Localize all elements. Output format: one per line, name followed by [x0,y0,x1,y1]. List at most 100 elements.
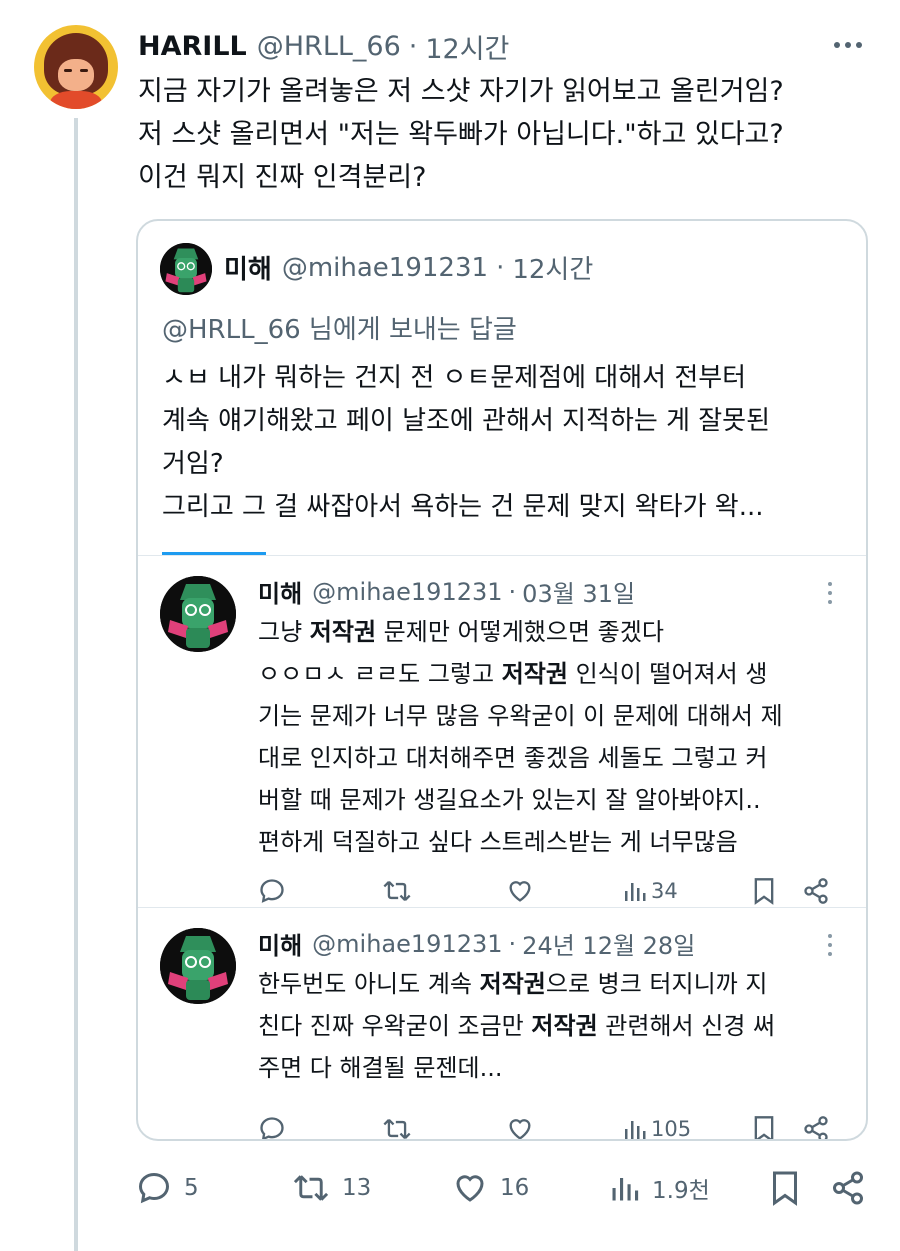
result-author-avatar[interactable] [160,928,236,1004]
share-button[interactable] [802,874,830,908]
quote-text: ㅅㅂ 내가 뭐하는 건지 전 ㅇㅌ문제점에 대해서 전부터 계속 얘기해왔고 페… [162,357,852,529]
more-horizontal-icon [834,42,862,48]
bookmark-icon [754,1116,774,1139]
thread-connector-line [74,118,78,1251]
views-button[interactable]: 1.9천 [610,1168,710,1208]
result-header: 미해 @mihae191231 · 24년 12월 28일 [258,926,695,961]
retweet-count: 13 [342,1175,372,1201]
result-author-name[interactable]: 미해 [258,574,302,609]
result-date[interactable]: 24년 12월 28일 [522,926,695,961]
retweet-icon [383,880,411,902]
share-button[interactable] [830,1168,866,1208]
result-line: 친다 진짜 우왁굳이 조금만 저작권 관련해서 신경 써 [258,1012,776,1040]
bookmark-icon [773,1171,797,1206]
share-icon [804,1116,828,1139]
separator-dot: · [496,252,505,283]
views-button[interactable]: 105 [623,1112,692,1141]
author-avatar[interactable] [34,25,118,109]
share-button[interactable] [802,1112,830,1139]
views-button[interactable]: 34 [623,874,678,908]
more-options-button[interactable] [818,930,842,960]
result-line: 한두번도 아니도 계속 저작권으로 병크 터지니까 지 [258,970,768,998]
like-count: 16 [500,1175,530,1201]
like-button[interactable] [506,874,534,908]
share-icon [833,1171,863,1205]
heart-icon [456,1175,484,1202]
keyword-highlight: 저작권 [531,1012,598,1040]
result-text: 그냥 저작권 문제만 어떻게했으면 좋겠다 ㅇㅇㅁㅅ ㄹㄹ도 그렇고 저작권 인… [258,611,848,863]
result-author-name[interactable]: 미해 [258,926,302,961]
reply-to-label[interactable]: @HRLL_66 님에게 보내는 답글 [162,309,517,346]
reply-icon [260,879,284,903]
bookmark-button[interactable] [752,874,776,908]
quoted-tweet-card[interactable]: 미해 @mihae191231 · 12시간 @HRLL_66 님에게 보내는 … [136,219,868,1141]
more-options-button[interactable] [818,578,842,608]
bookmark-icon [754,878,774,905]
result-line: 대로 인지하고 대처해주면 좋겠음 세돌도 그렇고 커 [258,744,768,772]
quote-author-name[interactable]: 미해 [224,249,272,286]
quote-line: ㅅㅂ 내가 뭐하는 건지 전 ㅇㅌ문제점에 대해서 전부터 [162,363,747,393]
result-header: 미해 @mihae191231 · 03월 31일 [258,574,635,609]
quote-time[interactable]: 12시간 [512,249,593,286]
tweet-header: HARILL @HRLL_66 · 12시간 [138,26,509,66]
reply-button[interactable]: 5 [136,1168,199,1208]
reply-icon [260,1117,284,1139]
separator-dot: · [508,929,517,958]
separator-dot: · [508,577,517,606]
result-text: 한두번도 아니도 계속 저작권으로 병크 터지니까 지 친다 진짜 우왁굳이 조… [258,963,848,1089]
result-line: 편하게 덕질하고 싶다 스트레스받는 게 너무많음 [258,828,738,856]
quote-author-handle[interactable]: @mihae191231 [282,253,488,283]
result-action-bar: 34 [258,874,838,908]
views-count: 105 [651,1117,692,1141]
reply-icon [138,1172,170,1204]
retweet-button[interactable] [382,874,412,908]
separator-dot: · [408,30,418,62]
search-result-tweet[interactable]: 미해 @mihae191231 · 03월 31일 그냥 저작권 문제만 어떻게… [138,556,866,908]
views-chart-icon [625,883,646,901]
author-handle[interactable]: @HRLL_66 [257,31,401,62]
result-line: ㅇㅇㅁㅅ ㄹㄹ도 그렇고 저작권 인식이 떨어져서 생 [258,660,768,688]
result-line: 기는 문제가 너무 많음 우왁굳이 이 문제에 대해서 제 [258,702,783,730]
result-author-avatar[interactable] [160,576,236,652]
share-icon [804,878,828,904]
views-count: 1.9천 [652,1178,710,1204]
keyword-highlight: 저작권 [309,618,377,646]
more-options-button[interactable] [830,30,866,60]
views-count: 34 [651,879,678,903]
bookmark-button[interactable] [770,1168,800,1208]
quote-author-avatar[interactable] [160,243,212,295]
heart-icon [509,881,531,902]
reply-count: 5 [184,1175,199,1201]
quote-header: 미해 @mihae191231 · 12시간 [224,249,593,286]
result-line: 주면 다 해결될 문젠데... [258,1054,503,1082]
result-author-handle[interactable]: @mihae191231 [312,578,502,606]
tweet-line: 이건 뭐지 진짜 인격분리? [138,162,427,193]
retweet-button[interactable]: 13 [292,1168,371,1208]
quote-line: 거임? [162,449,224,479]
tweet-time[interactable]: 12시간 [425,27,509,66]
keyword-highlight: 저작권 [501,660,568,688]
result-line: 그냥 저작권 문제만 어떻게했으면 좋겠다 [258,618,664,646]
result-line: 버할 때 문제가 생길요소가 있는지 잘 알아봐야지.. [258,786,761,814]
keyword-highlight: 저작권 [479,970,546,998]
tweet-action-bar: 5 13 16 1.9천 [136,1168,876,1208]
views-chart-icon [625,1121,646,1139]
retweet-icon [383,1118,411,1139]
retweet-button[interactable] [382,1112,412,1139]
bookmark-button[interactable] [752,1112,776,1139]
retweet-icon [293,1175,329,1201]
quote-line: 계속 얘기해왔고 페이 날조에 관해서 지적하는 게 잘못된 [162,406,771,436]
tweet-line: 지금 자기가 올려놓은 저 스샷 자기가 읽어보고 올린거임? [138,76,784,107]
quote-line: 그리고 그 걸 싸잡아서 욕하는 건 문제 맞지 왁타가 왁... [162,492,764,522]
like-button[interactable] [506,1112,534,1139]
result-author-handle[interactable]: @mihae191231 [312,930,502,958]
reply-button[interactable] [258,1112,286,1139]
tweet-line: 저 스샷 올리면서 "저는 왁두빠가 아닙니다."하고 있다고? [138,119,784,150]
reply-button[interactable] [258,874,286,908]
like-button[interactable]: 16 [452,1168,529,1208]
result-date[interactable]: 03월 31일 [522,574,635,609]
views-chart-icon [612,1178,639,1201]
search-result-tweet[interactable]: 미해 @mihae191231 · 24년 12월 28일 한두번도 아니도 계… [138,908,866,1141]
author-name[interactable]: HARILL [138,31,247,62]
heart-icon [509,1119,531,1139]
